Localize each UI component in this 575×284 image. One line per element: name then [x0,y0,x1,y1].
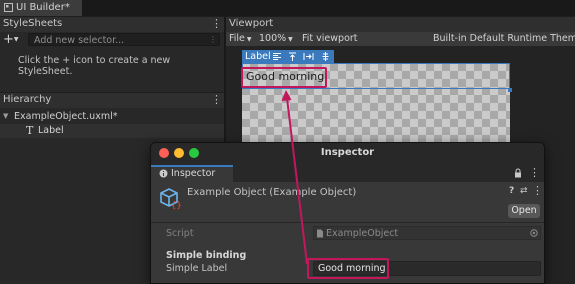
align-top-icon[interactable] [288,52,297,61]
selector-kebab-icon[interactable]: ⋮ [209,35,217,44]
component-kebab-icon[interactable]: ⋮ [532,184,543,198]
selected-tag-label: Label [245,51,271,62]
info-icon [159,169,168,178]
open-button[interactable]: Open [508,204,540,218]
theme-dropdown[interactable]: Built-in Default Runtime Theme ▼ [433,32,575,46]
file-menu-label: File [229,33,245,44]
inspector-divider [151,222,544,223]
text-type-icon: T [26,124,34,137]
section-title: Simple binding [166,250,247,261]
script-value: ExampleObject [326,228,399,239]
tab-title: UI Builder* [16,2,70,13]
simple-label-value: Good morning [318,263,386,274]
theme-value: Built-in Default Runtime Theme [433,33,575,44]
stylesheets-hint: Click the + icon to create a new StyleSh… [18,55,171,77]
hierarchy-root-item[interactable]: ExampleObject.uxml* [14,110,154,123]
hierarchy-kebab-icon[interactable]: ⋮ [211,93,222,108]
stylesheets-title: StyleSheets [3,18,63,29]
selector-placeholder: Add new selector... [34,35,125,46]
align-center-icon[interactable] [321,52,330,61]
viewport-title: Viewport [229,18,274,29]
align-expand-icon[interactable] [303,52,314,61]
inspector-tab-label: Inspector [171,168,216,179]
fit-viewport-button[interactable]: Fit viewport [302,32,362,46]
component-title: Example Object (Example Object) [187,187,357,198]
resize-handle[interactable] [508,88,512,92]
viewport-header: Viewport [226,17,575,32]
hierarchy-child-item[interactable]: Label [38,124,98,138]
zoom-value: 100% [259,33,287,44]
object-picker-icon[interactable] [530,229,538,237]
settings-icon[interactable]: ⇄ [520,186,529,196]
svg-text:{}: {} [171,201,182,210]
uibuilder-icon [4,3,13,12]
simple-label-field-label: Simple Label [166,263,228,274]
hierarchy-title: Hierarchy [3,94,52,105]
inspector-window-title: Inspector [320,147,375,158]
top-tab-bar [0,0,575,16]
plus-icon[interactable]: +▼ [3,32,25,47]
align-left-icon[interactable] [272,52,282,61]
inspector-kebab-icon[interactable]: ⋮ [529,166,540,180]
zoom-dropdown[interactable]: 100% ▼ [259,32,299,46]
help-icon[interactable]: ? [509,186,518,196]
script-label: Script [166,228,194,239]
kebab-icon[interactable]: ⋮ [211,17,222,32]
stylesheets-header: StyleSheets [0,17,224,32]
script-file-icon [317,229,323,238]
component-icon: {} [160,188,182,210]
file-menu[interactable]: File ▼ [229,32,259,46]
hierarchy-header: Hierarchy [0,93,224,108]
add-stylesheet-label: + [3,32,14,47]
selector-input[interactable]: Add new selector... [28,33,220,46]
viewport-label-text[interactable]: Good morning [246,70,326,84]
lock-icon[interactable] [514,168,522,178]
foldout-arrow-icon[interactable]: ▼ [3,112,11,120]
